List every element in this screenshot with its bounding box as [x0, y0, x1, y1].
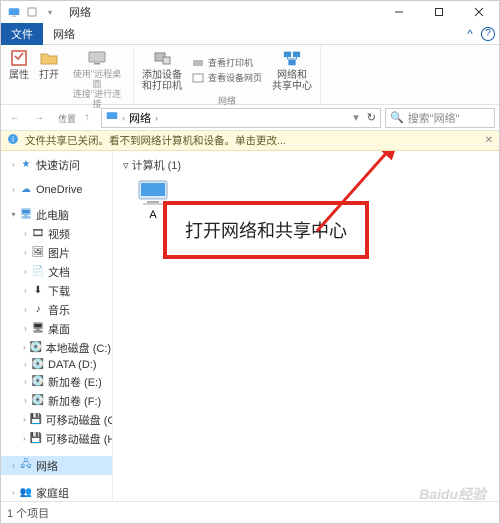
tree-docs[interactable]: ›📄文档 [1, 262, 112, 281]
ribbon-tabs: 文件 网络 ^ ? [1, 23, 499, 45]
docs-icon: 📄 [32, 266, 44, 278]
ribbon-network-center-button[interactable]: 网络和 共享中心 [272, 48, 312, 92]
tree-ddrive[interactable]: ›💽DATA (D:) [1, 357, 112, 372]
chevron-right-icon: › [11, 160, 16, 169]
search-icon: 🔍 [390, 111, 404, 124]
usb-icon: 💾 [30, 414, 42, 426]
pc-icon: 🖥 [20, 209, 32, 221]
status-bar: 1 个项目 [1, 501, 499, 523]
network-icon: 🖧 [20, 460, 32, 472]
explorer-window: ▾ 网络 文件 网络 ^ ? 属性 [0, 0, 500, 524]
chevron-down-icon: ▾ [11, 210, 16, 219]
address-dropdown-icon[interactable]: ▾ [353, 111, 359, 124]
minimize-button[interactable] [379, 1, 419, 23]
status-count: 1 个项目 [7, 505, 49, 521]
close-button[interactable] [459, 1, 499, 23]
info-close-button[interactable]: ✕ [485, 135, 493, 146]
info-bar[interactable]: i 文件共享已关闭。看不到网络计算机和设备。单击更改... ✕ [1, 131, 499, 151]
remote-desktop-icon [87, 48, 107, 68]
chevron-right-icon: › [11, 461, 16, 470]
tree-network[interactable]: ›🖧网络 [1, 456, 112, 475]
ribbon-open-button[interactable]: 打开 [39, 48, 59, 81]
svg-text:i: i [12, 135, 14, 144]
search-field[interactable]: 🔍 搜索"网络" [385, 108, 495, 128]
drive-icon: 💽 [32, 376, 44, 388]
chevron-right-icon: › [122, 113, 125, 123]
tree-edrive[interactable]: ›💽新加卷 (E:) [1, 372, 112, 391]
nav-forward-button[interactable]: → [29, 108, 49, 128]
chevron-right-icon: › [11, 185, 16, 194]
network-center-icon [282, 48, 302, 68]
body: ›★快速访问 ›☁OneDrive ▾🖥此电脑 ›🎞视频 ›🖼图片 ›📄文档 ›… [1, 151, 499, 501]
ribbon-view-device-page[interactable]: 查看设备网页 [192, 71, 262, 84]
nav-up-button[interactable]: ↑ [77, 108, 97, 128]
tree-homegroup[interactable]: ›👥家庭组 [1, 483, 112, 501]
tree-desktop[interactable]: ›🖥桌面 [1, 319, 112, 338]
refresh-button[interactable]: ↻ [367, 111, 376, 124]
tree-cdrive[interactable]: ›💽本地磁盘 (C:) [1, 338, 112, 357]
tree-fdrive[interactable]: ›💽新加卷 (F:) [1, 391, 112, 410]
drive-icon: 💽 [32, 359, 44, 371]
app-icon [7, 5, 21, 19]
ribbon-group-network: 添加设备 和打印机 查看打印机 查看设备网页 网络和 共享中心 网络 [134, 45, 321, 104]
maximize-button[interactable] [419, 1, 459, 23]
nav-tree[interactable]: ›★快速访问 ›☁OneDrive ▾🖥此电脑 ›🎞视频 ›🖼图片 ›📄文档 ›… [1, 151, 113, 501]
ribbon: 属性 打开 使用"远程桌面 连接"进行连接 位置 [1, 45, 499, 105]
network-path-icon [106, 110, 118, 125]
chevron-right-icon: › [155, 113, 158, 123]
tree-thispc[interactable]: ▾🖥此电脑 [1, 205, 112, 224]
address-field[interactable]: › 网络 › ▾ ↻ [101, 108, 381, 128]
tree-quick-access[interactable]: ›★快速访问 [1, 155, 112, 174]
downloads-icon: ⬇ [32, 285, 44, 297]
homegroup-icon: 👥 [20, 487, 32, 499]
ribbon-add-device-button[interactable]: 添加设备 和打印机 [142, 48, 182, 92]
qat-dropdown-icon[interactable]: ▾ [43, 5, 57, 19]
titlebar: ▾ 网络 [1, 1, 499, 23]
nav-history-dropdown[interactable]: ▾ [53, 108, 73, 128]
ribbon-view-printers[interactable]: 查看打印机 [192, 56, 262, 69]
ribbon-help-icon[interactable]: ^ [459, 27, 481, 41]
content-pane: ▿ 计算机 (1) A 打开网络和共享中心 [113, 151, 499, 501]
info-icon: i [7, 133, 19, 148]
ribbon-properties-button[interactable]: 属性 [9, 48, 29, 81]
annotation-callout: 打开网络和共享中心 [163, 201, 369, 259]
ribbon-help-button[interactable]: ? [481, 27, 495, 41]
properties-icon [9, 48, 29, 68]
qat-icon[interactable] [25, 5, 39, 19]
address-bar: ← → ▾ ↑ › 网络 › ▾ ↻ 🔍 搜索"网络" [1, 105, 499, 131]
search-placeholder: 搜索"网络" [408, 110, 460, 126]
video-icon: 🎞 [32, 228, 44, 240]
address-path: 网络 [129, 110, 151, 126]
pictures-icon: 🖼 [32, 247, 44, 259]
tree-music[interactable]: ›♪音乐 [1, 300, 112, 319]
music-icon: ♪ [32, 304, 44, 316]
section-header[interactable]: ▿ 计算机 (1) [123, 157, 489, 173]
cloud-icon: ☁ [20, 184, 32, 196]
drive-icon: 💽 [30, 342, 42, 354]
callout-text: 打开网络和共享中心 [185, 221, 347, 241]
info-text: 文件共享已关闭。看不到网络计算机和设备。单击更改... [25, 133, 286, 148]
tree-onedrive[interactable]: ›☁OneDrive [1, 182, 112, 197]
device-page-icon [192, 73, 204, 83]
tree-gdrive[interactable]: ›💾可移动磁盘 (G:) [1, 410, 112, 429]
usb-icon: 💾 [30, 433, 42, 445]
tab-network[interactable]: 网络 [43, 23, 85, 45]
ribbon-group-location: 属性 打开 使用"远程桌面 连接"进行连接 位置 [1, 45, 134, 104]
computer-label: A [149, 209, 156, 221]
printer-icon [192, 58, 204, 68]
open-icon [39, 48, 59, 68]
ribbon-remote-desktop-button[interactable]: 使用"远程桌面 连接"进行连接 [69, 48, 125, 110]
drive-icon: 💽 [32, 395, 44, 407]
star-icon: ★ [20, 159, 32, 171]
nav-back-button[interactable]: ← [5, 108, 25, 128]
window-title: 网络 [69, 4, 91, 20]
add-device-icon [152, 48, 172, 68]
desktop-icon: 🖥 [32, 323, 44, 335]
tree-downloads[interactable]: ›⬇下载 [1, 281, 112, 300]
tree-hdrive[interactable]: ›💾可移动磁盘 (H:) [1, 429, 112, 448]
ribbon-small-list: 查看打印机 查看设备网页 [192, 56, 262, 84]
tree-video[interactable]: ›🎞视频 [1, 224, 112, 243]
tab-file[interactable]: 文件 [1, 23, 43, 45]
tree-pictures[interactable]: ›🖼图片 [1, 243, 112, 262]
